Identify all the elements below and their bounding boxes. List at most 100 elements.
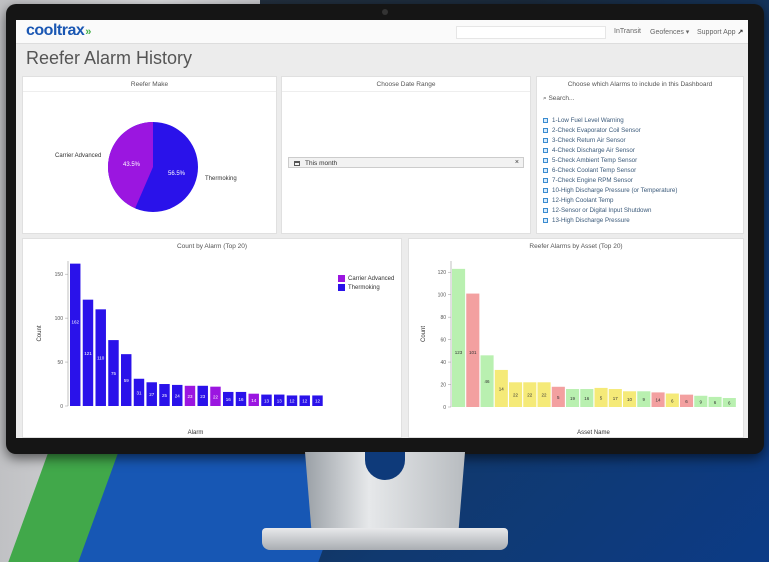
legend-label: Thermoking <box>348 284 380 291</box>
alarm-option[interactable]: 12-Sensor or Digital Input Shutdown <box>543 205 743 215</box>
checkbox-icon[interactable] <box>543 217 548 223</box>
count-by-alarm-chart: 0 50 100 150 162 121 110 75 59 31 27 25 24 23 23 22 16 16… <box>37 261 323 436</box>
checkbox-icon[interactable] <box>543 167 548 173</box>
y-tick-label: 40 <box>440 360 446 366</box>
bar-value-label: 110 <box>97 356 105 361</box>
alarm-option-label: 7-Check Engine RPM Sensor <box>552 176 633 184</box>
navbar: cooltrax» InTransit Geofences ▾ Support … <box>16 20 748 44</box>
bar-value-label: 25 <box>162 393 168 398</box>
alarm-option-label: 6-Check Coolant Temp Sensor <box>552 166 637 174</box>
brand-logo[interactable]: cooltrax» <box>26 22 91 40</box>
search-placeholder: Search... <box>548 95 575 102</box>
checkbox-icon[interactable] <box>543 117 548 123</box>
checkbox-icon[interactable] <box>543 207 548 213</box>
legend-swatch <box>338 275 345 282</box>
page-title: Reefer Alarm History <box>26 48 193 68</box>
bar-value-label: 14 <box>656 398 662 403</box>
date-range-title: Choose Date Range <box>376 81 436 88</box>
reefer-make-panel: Reefer Make 43.5% 56.5% Carrier Advanced… <box>22 76 277 234</box>
bar-value-label: 14 <box>499 386 505 391</box>
bar-value-label: 59 <box>124 378 130 383</box>
y-tick-label: 0 <box>60 404 63 410</box>
y-tick-label: 150 <box>55 272 64 278</box>
logo-text: cooltrax <box>26 22 85 39</box>
y-tick-label: 100 <box>55 316 64 322</box>
y-tick-label: 50 <box>57 360 63 366</box>
nav-search-input[interactable] <box>456 26 606 39</box>
alarm-option[interactable]: 1-Low Fuel Level Warning <box>543 115 743 125</box>
asset-bar[interactable] <box>452 268 466 407</box>
bar-value-label: 16 <box>226 397 232 402</box>
y-tick-label: 0 <box>443 405 446 411</box>
bar-value-label: 22 <box>213 394 219 399</box>
checkbox-icon[interactable] <box>543 177 548 183</box>
bar-value-label: 123 <box>455 350 463 355</box>
alarm-option-label: 1-Low Fuel Level Warning <box>552 116 624 124</box>
bar-value-label: 14 <box>251 398 257 403</box>
alarm-option[interactable]: 12-High Coolant Temp <box>543 195 743 205</box>
alarm-filter-panel: Choose which Alarms to include in this D… <box>536 76 744 234</box>
support-label: Support App <box>697 29 736 36</box>
bar-value-label: 24 <box>175 393 181 398</box>
y-tick-label: 20 <box>440 383 446 389</box>
alarm-option[interactable]: 2-Check Evaporator Coil Sensor <box>543 125 743 135</box>
alarm-bar[interactable] <box>70 263 81 406</box>
checkbox-icon[interactable] <box>543 187 548 193</box>
bar-value-label: 12 <box>302 399 308 404</box>
bar-value-label: 23 <box>187 394 193 399</box>
alarms-by-asset-chart: 020406080100120123 101461422 22 22 5 19 16 5 17 1… <box>421 261 736 436</box>
legend-swatch <box>338 284 345 291</box>
checkbox-icon[interactable] <box>543 137 548 143</box>
y-tick-label: 120 <box>438 270 447 276</box>
alarm-option[interactable]: 10-High Discharge Pressure (or Temperatu… <box>543 185 743 195</box>
bar-value-label: 22 <box>542 393 548 398</box>
nav-intransit[interactable]: InTransit <box>614 28 641 35</box>
x-axis-title: Asset Name <box>577 430 610 436</box>
bar-value-label: 19 <box>570 396 576 401</box>
app-screen: cooltrax» InTransit Geofences ▾ Support … <box>16 20 748 438</box>
search-icon: ⌕ <box>543 95 547 102</box>
checkbox-icon[interactable] <box>543 127 548 133</box>
y-tick-label: 80 <box>440 315 446 321</box>
x-axis-title: Alarm <box>188 430 204 436</box>
date-range-panel: Choose Date Range This month × <box>281 76 531 234</box>
alarm-filter-title: Choose which Alarms to include in this D… <box>567 81 713 88</box>
legend-carrier[interactable]: Carrier Advanced <box>338 275 394 282</box>
y-axis-title: Count <box>421 326 427 342</box>
alarm-option[interactable]: 13-High Discharge Pressure <box>543 215 743 225</box>
pie-label-thermoking: Thermoking <box>205 176 237 182</box>
external-link-icon: ↗ <box>737 29 744 36</box>
checkbox-icon[interactable] <box>543 147 548 153</box>
pct-thermoking: 56.5% <box>168 171 186 177</box>
alarm-option[interactable]: 7-Check Engine RPM Sensor <box>543 175 743 185</box>
date-range-select[interactable]: This month × <box>288 157 524 168</box>
alarms-by-asset-panel: Reefer Alarms by Asset (Top 20) 0 20 40 60 8… <box>408 238 744 438</box>
monitor-base <box>262 528 508 550</box>
alarm-option[interactable]: 4-Check Discharge Air Sensor <box>543 145 743 155</box>
pct-carrier: 43.5% <box>123 162 141 168</box>
divider <box>282 91 530 92</box>
alarm-option-label: 3-Check Return Air Sensor <box>552 136 626 144</box>
nav-geofences[interactable]: Geofences ▾ <box>650 28 689 36</box>
alarm-option[interactable]: 3-Check Return Air Sensor <box>543 135 743 145</box>
bar-value-label: 121 <box>84 351 92 356</box>
checkbox-icon[interactable] <box>543 197 548 203</box>
checkbox-icon[interactable] <box>543 157 548 163</box>
bar-value-label: 22 <box>513 393 519 398</box>
alarm-option-label: 12-Sensor or Digital Input Shutdown <box>552 206 652 214</box>
alarm-option[interactable]: 5-Check Ambient Temp Sensor <box>543 155 743 165</box>
alarm-search-input[interactable]: ⌕ Search... <box>543 95 574 103</box>
bar-value-label: 16 <box>238 397 244 402</box>
bar-value-label: 162 <box>71 320 79 325</box>
alarm-option-label: 2-Check Evaporator Coil Sensor <box>552 126 641 134</box>
alarm-option-label: 12-High Coolant Temp <box>552 196 614 204</box>
legend-thermoking[interactable]: Thermoking <box>338 284 380 291</box>
nav-support-app[interactable]: Support App ↗ <box>697 28 743 36</box>
bar-value-label: 23 <box>200 394 206 399</box>
close-icon[interactable]: × <box>515 159 519 166</box>
bar-value-label: 101 <box>469 350 477 355</box>
bar-value-label: 22 <box>527 393 533 398</box>
bar-value-label: 12 <box>289 399 295 404</box>
alarm-option[interactable]: 6-Check Coolant Temp Sensor <box>543 165 743 175</box>
count-by-alarm-panel: Count by Alarm (Top 20) 0 50 100 150 162 121 1… <box>22 238 402 438</box>
